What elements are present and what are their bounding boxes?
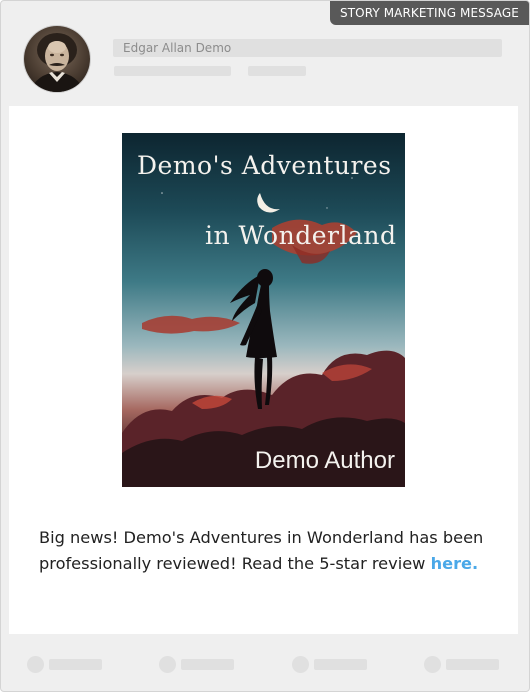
action-label-placeholder <box>314 659 367 670</box>
action-icon <box>27 656 44 673</box>
girl-silhouette <box>230 269 277 409</box>
message-content: Demo's Adventures in Wonderland Demo Aut… <box>9 106 518 634</box>
action-icon <box>159 656 176 673</box>
book-cover-image[interactable]: Demo's Adventures in Wonderland Demo Aut… <box>122 133 405 487</box>
action-icon <box>424 656 441 673</box>
post-header: Edgar Allan Demo <box>1 1 529 101</box>
action-label-placeholder <box>49 659 102 670</box>
cover-title-line-2: in Wonderland <box>205 221 397 250</box>
crescent-moon-icon <box>257 193 280 213</box>
cover-author: Demo Author <box>254 447 395 474</box>
review-link[interactable]: here. <box>431 554 479 573</box>
author-portrait-icon <box>30 33 84 92</box>
meta-placeholder-bar <box>114 66 231 76</box>
story-card: STORY MARKETING MESSAGE Edgar Allan Demo… <box>0 0 530 692</box>
author-avatar[interactable] <box>24 26 90 92</box>
action-label-placeholder <box>446 659 499 670</box>
author-name[interactable]: Edgar Allan Demo <box>123 39 231 57</box>
meta-placeholder-bar <box>248 66 306 76</box>
action-label-placeholder <box>181 659 234 670</box>
author-name-bar: Edgar Allan Demo <box>113 39 502 57</box>
message-body: Big news! Demo's Adventures in Wonderlan… <box>39 528 484 573</box>
message-text: Big news! Demo's Adventures in Wonderlan… <box>39 525 509 577</box>
action-icon <box>292 656 309 673</box>
cover-title-line-1: Demo's Adventures <box>137 151 392 180</box>
cover-artwork <box>122 177 405 487</box>
post-footer <box>1 647 529 687</box>
